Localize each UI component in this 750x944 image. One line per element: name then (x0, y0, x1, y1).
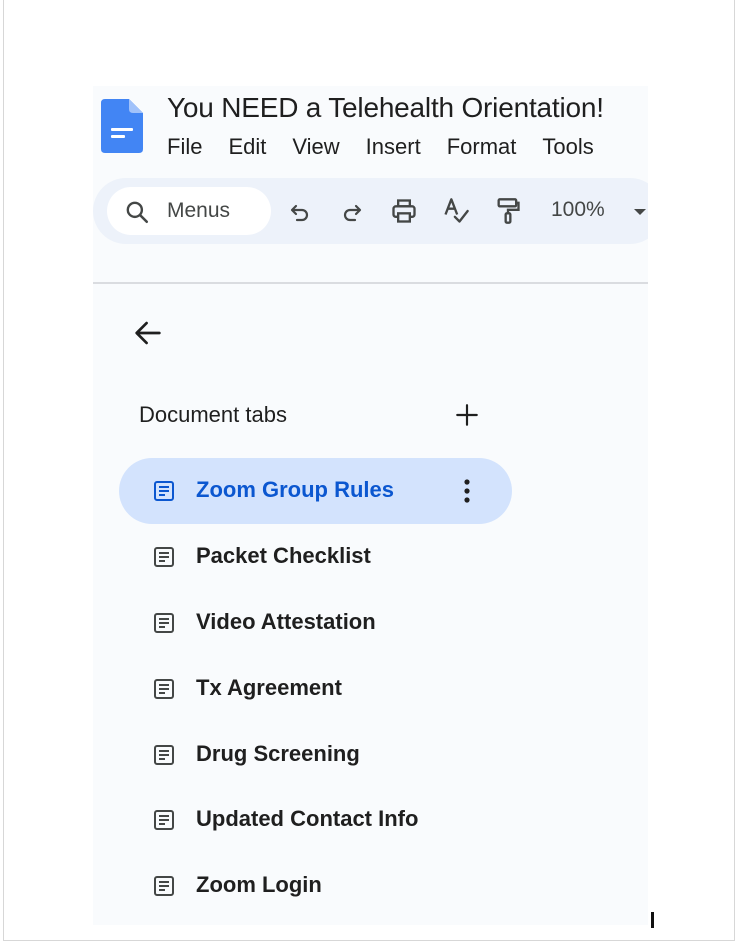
document-tab-icon (154, 679, 174, 699)
menu-file[interactable]: File (167, 134, 215, 160)
chevron-down-icon[interactable] (633, 208, 647, 216)
paint-format-icon (497, 198, 520, 224)
search-menus-button[interactable]: Menus (107, 187, 271, 235)
menu-view[interactable]: View (292, 134, 352, 160)
tab-label: Packet Checklist (196, 543, 371, 568)
menu-tools[interactable]: Tools (542, 134, 606, 160)
tab-label: Updated Contact Info (196, 806, 419, 831)
document-title[interactable]: You NEED a Telehealth Orientation! (167, 92, 604, 124)
undo-button[interactable] (285, 196, 315, 226)
document-tab-icon (154, 481, 174, 501)
spellcheck-button[interactable] (441, 196, 471, 226)
print-icon (392, 199, 416, 223)
more-vert-icon[interactable] (457, 477, 477, 505)
tab-label: Drug Screening (196, 741, 360, 766)
tab-video-attestation[interactable]: Video Attestation (119, 590, 512, 656)
tab-tx-agreement[interactable]: Tx Agreement (119, 656, 512, 722)
menu-insert[interactable]: Insert (366, 134, 434, 160)
zoom-select[interactable]: 100% (551, 198, 605, 222)
redo-button[interactable] (337, 196, 367, 226)
undo-icon (290, 204, 309, 222)
tab-drug-screening[interactable]: Drug Screening (119, 722, 512, 788)
tab-packet-checklist[interactable]: Packet Checklist (119, 524, 512, 590)
document-tab-icon (154, 876, 174, 896)
tab-label: Video Attestation (196, 609, 376, 634)
tab-label: Zoom Login (196, 872, 322, 897)
toolbar: Menus 100% (93, 178, 648, 244)
menu-format[interactable]: Format (447, 134, 530, 160)
spellcheck-icon (444, 198, 469, 223)
text-cursor (651, 912, 654, 928)
tab-zoom-group-rules[interactable]: Zoom Group Rules (119, 458, 512, 524)
paint-format-button[interactable] (493, 196, 523, 226)
document-tab-icon (154, 613, 174, 633)
google-docs-icon[interactable] (101, 99, 143, 153)
tab-label: Tx Agreement (196, 675, 342, 700)
divider (93, 282, 648, 284)
menu-bar: File Edit View Insert Format Tools (167, 134, 607, 160)
redo-icon (343, 204, 362, 222)
plus-icon[interactable] (454, 402, 480, 428)
search-menus-label: Menus (167, 199, 231, 222)
tab-label: Zoom Group Rules (196, 477, 394, 502)
document-tab-icon (154, 745, 174, 765)
menu-edit[interactable]: Edit (228, 134, 279, 160)
header: You NEED a Telehealth Orientation! File … (93, 86, 648, 282)
print-button[interactable] (389, 196, 419, 226)
document-tab-icon (154, 810, 174, 830)
tab-zoom-login[interactable]: Zoom Login (119, 853, 512, 919)
document-tab-icon (154, 547, 174, 567)
docs-app: You NEED a Telehealth Orientation! File … (93, 86, 648, 925)
document-tabs-heading: Document tabs (139, 402, 287, 427)
arrow-left-icon[interactable] (131, 316, 165, 350)
search-icon (126, 201, 149, 224)
tab-updated-contact-info[interactable]: Updated Contact Info (119, 787, 512, 853)
